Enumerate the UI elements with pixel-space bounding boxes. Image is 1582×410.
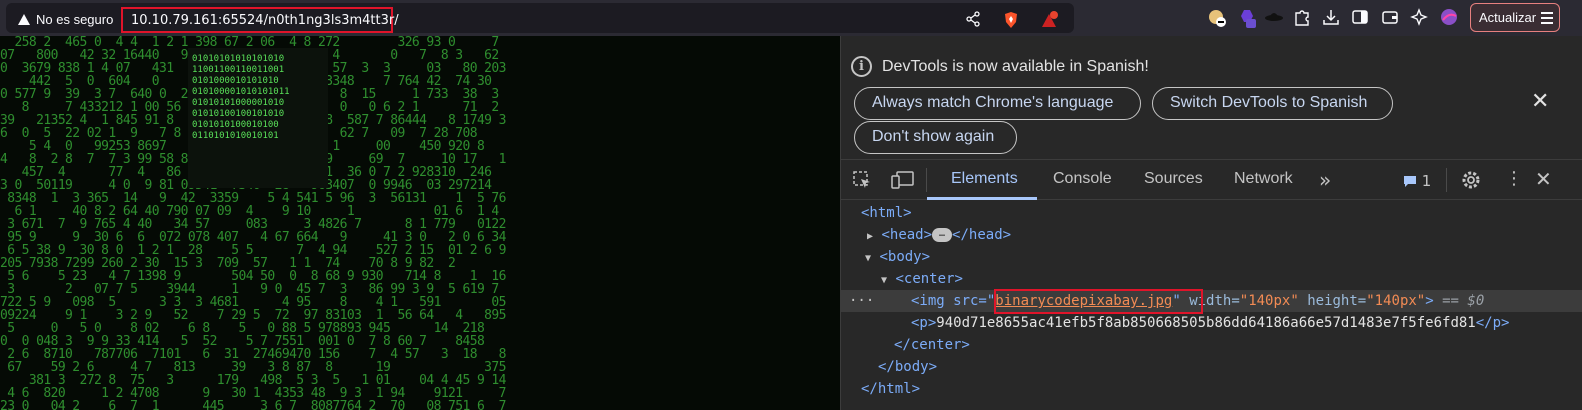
always-match-button[interactable]: Always match Chrome's language bbox=[854, 87, 1141, 120]
dom-node-body[interactable]: ▼ <body> bbox=[865, 246, 930, 268]
body-open-tag: <body> bbox=[879, 249, 931, 265]
html-close-tag: </html> bbox=[861, 381, 921, 397]
extension-hat-icon[interactable] bbox=[1264, 8, 1283, 26]
tab-console[interactable]: Console bbox=[1053, 170, 1112, 188]
binary-code-image: 01010101010101010 11001100110011001 0101… bbox=[188, 48, 328, 188]
page-viewport: 258 2 465 0 4 4 1 2 1 398 67 2 06 4 8 27… bbox=[0, 36, 840, 410]
share-icon[interactable] bbox=[964, 11, 982, 29]
tab-divider bbox=[926, 168, 927, 192]
downloads-icon[interactable] bbox=[1322, 8, 1340, 26]
center-close-tag: </center> bbox=[894, 337, 970, 353]
switch-spanish-button[interactable]: Switch DevTools to Spanish bbox=[1152, 87, 1393, 120]
img-width-value: "140px" bbox=[1239, 293, 1299, 309]
p-text-hash[interactable]: 940d71e8655ac41efb5f8ab850668505b86dd641… bbox=[936, 315, 1475, 331]
url-text[interactable]: 10.10.79.161:65524/n0th1ng3ls3m4tt3r/ bbox=[121, 7, 399, 33]
head-close-tag: </head> bbox=[952, 227, 1012, 243]
sidebar-icon[interactable] bbox=[1351, 8, 1369, 26]
extensions-icon[interactable] bbox=[1293, 8, 1311, 26]
tab-network[interactable]: Network bbox=[1234, 170, 1293, 188]
p-close-tag: </p> bbox=[1475, 315, 1510, 331]
center-open-tag: <center> bbox=[895, 271, 963, 287]
head-open-tag: <head> bbox=[881, 227, 933, 243]
dom-node-html-close[interactable]: </html> bbox=[861, 378, 920, 400]
browser-toolbar: No es seguro 10.10.79.161:65524/n0th1ng3… bbox=[0, 0, 1582, 36]
url-bar[interactable]: No es seguro 10.10.79.161:65524/n0th1ng3… bbox=[6, 3, 1074, 33]
warning-icon bbox=[18, 14, 30, 25]
dom-node-html[interactable]: <html> bbox=[861, 202, 912, 224]
device-toolbar-icon[interactable] bbox=[891, 170, 915, 194]
close-devtools-icon[interactable]: ✕ bbox=[1535, 167, 1552, 191]
img-height-value: "140px" bbox=[1366, 293, 1426, 309]
dom-node-body-close[interactable]: </body> bbox=[878, 356, 937, 378]
inspect-element-icon[interactable] bbox=[852, 170, 872, 194]
tab-elements[interactable]: Elements bbox=[951, 170, 1018, 188]
message-icon bbox=[1404, 176, 1416, 187]
img-close-bracket: > bbox=[1425, 293, 1434, 309]
brave-rewards-icon[interactable] bbox=[1040, 11, 1058, 29]
wallet-icon[interactable] bbox=[1381, 8, 1399, 26]
info-text: DevTools is now available in Spanish! bbox=[882, 58, 1149, 75]
collapse-triangle-icon[interactable]: ▼ bbox=[865, 253, 871, 264]
update-button[interactable]: Actualizar bbox=[1470, 3, 1560, 32]
row-ellipsis-icon[interactable]: ··· bbox=[849, 290, 874, 312]
profile-icon[interactable] bbox=[1440, 8, 1458, 26]
dom-node-center[interactable]: ▼ <center> bbox=[881, 268, 963, 290]
issues-count: 1 bbox=[1421, 172, 1432, 190]
p-open-tag: <p> bbox=[911, 315, 937, 331]
devtools-panel: i DevTools is now available in Spanish! … bbox=[840, 36, 1582, 410]
expand-triangle-icon[interactable]: ▶ bbox=[867, 231, 873, 242]
close-infobar-icon[interactable]: ✕ bbox=[1531, 89, 1549, 114]
highlight-box bbox=[994, 289, 1203, 314]
dom-node-p[interactable]: <p>940d71e8655ac41efb5f8ab850668505b86dd… bbox=[911, 312, 1509, 334]
ellipsis-icon[interactable]: … bbox=[932, 228, 953, 242]
extension-hexagon-icon[interactable] bbox=[1237, 8, 1256, 28]
security-label: No es seguro bbox=[36, 12, 114, 27]
dom-node-center-close[interactable]: </center> bbox=[894, 334, 970, 356]
brave-shield-icon[interactable] bbox=[1002, 11, 1020, 29]
extension-cookie-icon[interactable] bbox=[1207, 8, 1226, 27]
body-close-tag: </body> bbox=[878, 359, 938, 375]
language-infobar: i DevTools is now available in Spanish! … bbox=[841, 36, 1582, 160]
tab-divider bbox=[1446, 168, 1447, 192]
collapse-triangle-icon[interactable]: ▼ bbox=[881, 275, 887, 286]
more-tabs-icon[interactable]: » bbox=[1319, 168, 1331, 192]
issues-button[interactable]: 1 bbox=[1403, 172, 1431, 190]
menu-icon bbox=[1541, 12, 1553, 27]
settings-gear-icon[interactable] bbox=[1460, 169, 1482, 195]
img-open-tag: <img src=" bbox=[911, 293, 996, 309]
html-open-tag: <html> bbox=[861, 205, 912, 221]
dom-node-head[interactable]: ▶ <head>… </head> bbox=[867, 224, 1011, 246]
leo-icon[interactable] bbox=[1410, 8, 1428, 26]
tab-sources[interactable]: Sources bbox=[1144, 170, 1203, 188]
dollar-zero-ref: == $0 bbox=[1442, 293, 1485, 309]
security-indicator[interactable]: No es seguro bbox=[18, 12, 113, 27]
devtools-tabbar: Elements Console Sources Network » 1 ⋮ ✕ bbox=[841, 160, 1582, 200]
active-tab-indicator bbox=[927, 197, 1037, 200]
dont-show-button[interactable]: Don't show again bbox=[854, 121, 1017, 154]
info-icon: i bbox=[851, 56, 872, 77]
kebab-menu-icon[interactable]: ⋮ bbox=[1505, 168, 1523, 189]
update-label: Actualizar bbox=[1479, 10, 1537, 25]
img-height-attr: height= bbox=[1307, 293, 1367, 309]
